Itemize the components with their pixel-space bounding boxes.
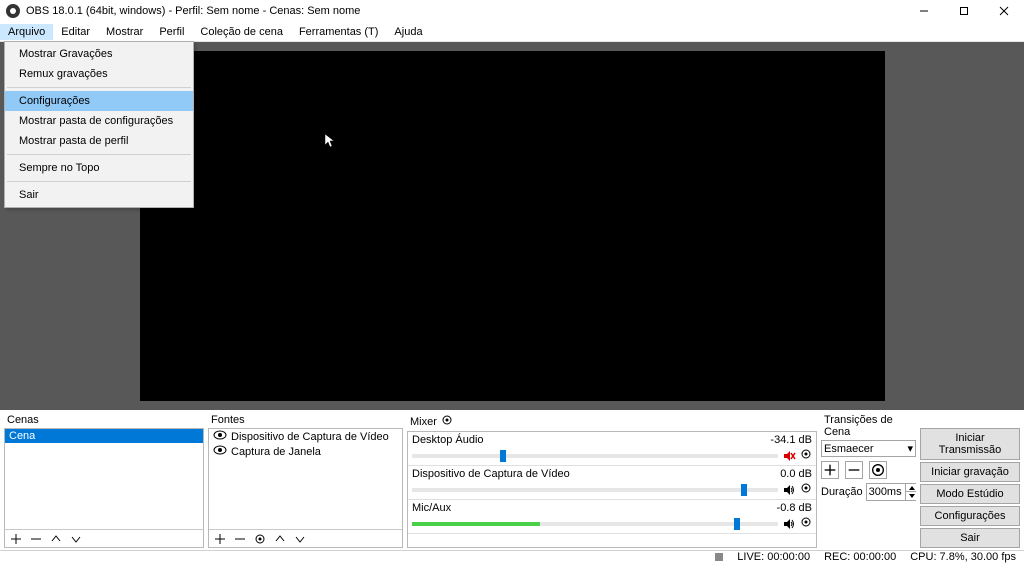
- mixer-entry: Desktop Áudio -34.1 dB: [408, 432, 816, 466]
- close-button[interactable]: [984, 0, 1024, 22]
- transicao-select[interactable]: Esmaecer ▾: [821, 440, 916, 457]
- modo-estudio-button[interactable]: Modo Estúdio: [920, 484, 1020, 504]
- app-icon: [6, 4, 20, 18]
- gear-icon[interactable]: [800, 516, 812, 531]
- transicao-remove-button[interactable]: [845, 461, 863, 479]
- configuracoes-button[interactable]: Configurações: [920, 506, 1020, 526]
- duracao-input[interactable]: [867, 486, 905, 498]
- speaker-muted-icon[interactable]: [782, 449, 796, 463]
- dd-configuracoes[interactable]: Configurações: [5, 91, 193, 111]
- menu-ferramentas[interactable]: Ferramentas (T): [291, 24, 386, 40]
- gear-icon[interactable]: [800, 482, 812, 497]
- duracao-spinner[interactable]: [866, 483, 916, 501]
- actions-panel: Iniciar Transmissão Iniciar gravação Mod…: [920, 412, 1020, 548]
- transicao-settings-button[interactable]: [869, 461, 887, 479]
- fonte-row[interactable]: Dispositivo de Captura de Vídeo: [209, 429, 402, 444]
- dd-sair[interactable]: Sair: [5, 185, 193, 205]
- maximize-button[interactable]: [944, 0, 984, 22]
- gear-icon[interactable]: [441, 414, 453, 429]
- mixer-db: 0.0 dB: [780, 468, 812, 480]
- status-rec: REC: 00:00:00: [824, 551, 896, 563]
- fonte-remove-button[interactable]: [233, 532, 247, 546]
- mixer-entry: Mic/Aux -0.8 dB: [408, 500, 816, 534]
- duracao-label: Duração: [821, 486, 863, 498]
- mixer-slider[interactable]: [412, 454, 778, 458]
- cena-add-button[interactable]: [9, 532, 23, 546]
- dd-sep: [7, 87, 191, 88]
- status-live: LIVE: 00:00:00: [737, 551, 810, 563]
- speaker-icon[interactable]: [782, 483, 796, 497]
- mixer-header: Mixer: [407, 412, 817, 431]
- dd-mostrar-pasta-perfil[interactable]: Mostrar pasta de perfil: [5, 131, 193, 151]
- mixer-label: Mixer: [410, 416, 437, 428]
- preview-canvas[interactable]: [140, 51, 885, 401]
- cena-up-button[interactable]: [49, 532, 63, 546]
- menu-ajuda[interactable]: Ajuda: [386, 24, 430, 40]
- fontes-header: Fontes: [208, 412, 403, 428]
- cenas-panel: Cenas Cena: [4, 412, 204, 548]
- dd-sempre-topo[interactable]: Sempre no Topo: [5, 158, 193, 178]
- mixer-entry: Dispositivo de Captura de Vídeo 0.0 dB: [408, 466, 816, 500]
- transicoes-header: Transições de Cena: [821, 412, 916, 440]
- window-title: OBS 18.0.1 (64bit, windows) - Perfil: Se…: [26, 5, 360, 17]
- spin-down-icon[interactable]: [906, 492, 916, 500]
- cena-row[interactable]: Cena: [5, 429, 203, 443]
- chevron-down-icon: ▾: [907, 442, 913, 455]
- menu-arquivo[interactable]: Arquivo: [0, 24, 53, 40]
- mixer-panel: Mixer Desktop Áudio -34.1 dB Dispositivo d…: [407, 412, 817, 548]
- gear-icon[interactable]: [800, 448, 812, 463]
- dd-sep: [7, 181, 191, 182]
- dd-remux[interactable]: Remux gravações: [5, 64, 193, 84]
- fonte-up-button[interactable]: [273, 532, 287, 546]
- status-cpu: CPU: 7.8%, 30.00 fps: [910, 551, 1016, 563]
- mixer-name: Dispositivo de Captura de Vídeo: [412, 468, 570, 480]
- title-bar: OBS 18.0.1 (64bit, windows) - Perfil: Se…: [0, 0, 1024, 22]
- dd-mostrar-pasta-config[interactable]: Mostrar pasta de configurações: [5, 111, 193, 131]
- cena-remove-button[interactable]: [29, 532, 43, 546]
- minimize-button[interactable]: [904, 0, 944, 22]
- mixer-name: Mic/Aux: [412, 502, 451, 514]
- arquivo-dropdown: Mostrar Gravações Remux gravações Config…: [4, 41, 194, 208]
- mixer-db: -34.1 dB: [770, 434, 812, 446]
- speaker-icon[interactable]: [782, 517, 796, 531]
- status-bar: LIVE: 00:00:00 REC: 00:00:00 CPU: 7.8%, …: [0, 550, 1024, 563]
- fonte-settings-button[interactable]: [253, 532, 267, 546]
- eye-icon[interactable]: [213, 445, 227, 458]
- transicoes-panel: Transições de Cena Esmaecer ▾ Duração: [821, 412, 916, 548]
- mixer-db: -0.8 dB: [777, 502, 812, 514]
- transicao-add-button[interactable]: [821, 461, 839, 479]
- iniciar-transmissao-button[interactable]: Iniciar Transmissão: [920, 428, 1020, 460]
- eye-icon[interactable]: [213, 430, 227, 443]
- dd-sep: [7, 154, 191, 155]
- fonte-add-button[interactable]: [213, 532, 227, 546]
- fonte-row[interactable]: Captura de Janela: [209, 444, 402, 459]
- fonte-down-button[interactable]: [293, 532, 307, 546]
- fonte-label: Captura de Janela: [231, 446, 321, 458]
- menu-editar[interactable]: Editar: [53, 24, 98, 40]
- actions-header: [920, 412, 1020, 428]
- menu-bar: Arquivo Editar Mostrar Perfil Coleção de…: [0, 22, 1024, 42]
- menu-perfil[interactable]: Perfil: [151, 24, 192, 40]
- sair-button[interactable]: Sair: [920, 528, 1020, 548]
- mixer-slider[interactable]: [412, 522, 778, 526]
- menu-colecao[interactable]: Coleção de cena: [192, 24, 291, 40]
- transicao-selected: Esmaecer: [824, 443, 874, 455]
- mixer-slider[interactable]: [412, 488, 778, 492]
- cenas-header: Cenas: [4, 412, 204, 428]
- mixer-name: Desktop Áudio: [412, 434, 484, 446]
- iniciar-gravacao-button[interactable]: Iniciar gravação: [920, 462, 1020, 482]
- fontes-panel: Fontes Dispositivo de Captura de Vídeo C…: [208, 412, 403, 548]
- status-dot-icon: [715, 553, 723, 561]
- cena-down-button[interactable]: [69, 532, 83, 546]
- spin-up-icon[interactable]: [906, 484, 916, 492]
- dd-mostrar-gravacoes[interactable]: Mostrar Gravações: [5, 44, 193, 64]
- menu-mostrar[interactable]: Mostrar: [98, 24, 151, 40]
- cursor-icon: [324, 133, 336, 152]
- fonte-label: Dispositivo de Captura de Vídeo: [231, 431, 389, 443]
